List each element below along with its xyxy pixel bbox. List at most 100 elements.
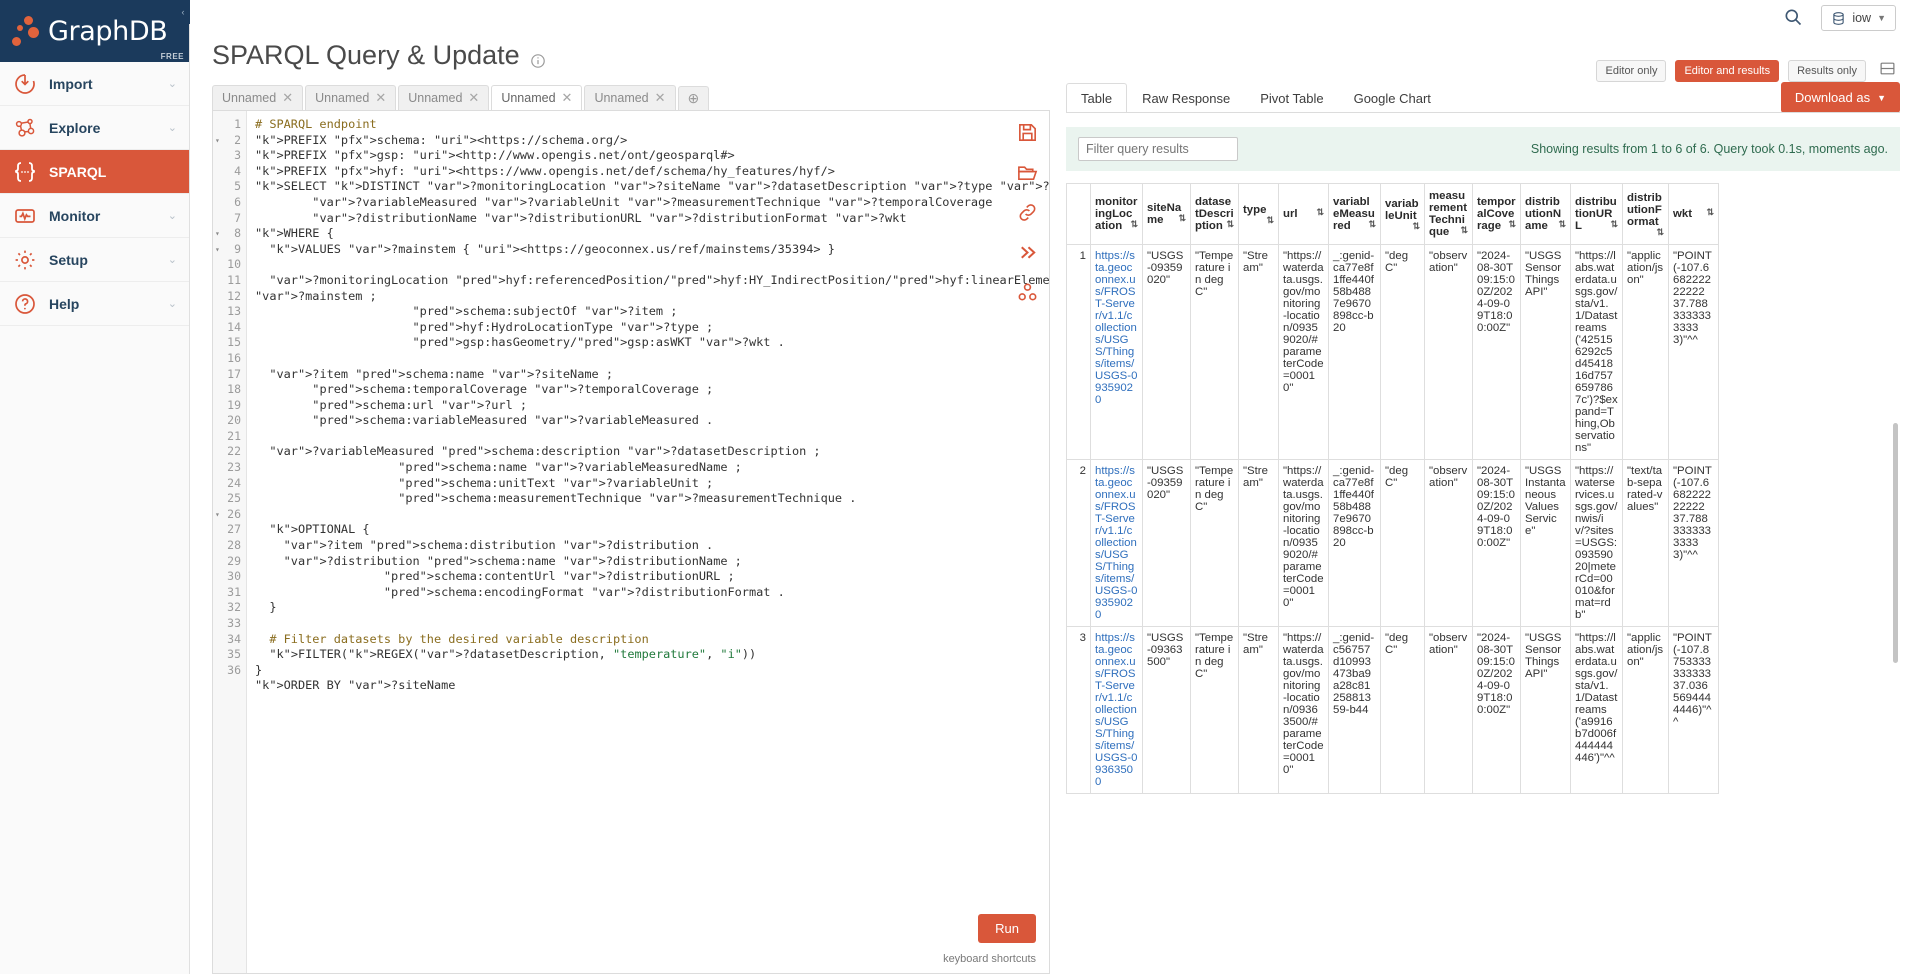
line-number: 11 — [227, 272, 241, 287]
line-number: 28 — [227, 538, 241, 553]
sidebar-label: Monitor — [49, 207, 101, 224]
database-icon — [1833, 11, 1845, 25]
line-number: 12 — [227, 288, 241, 303]
repository-selector[interactable]: iow ▼ — [1821, 5, 1896, 31]
tab-google-chart[interactable]: Google Chart — [1339, 83, 1446, 113]
close-icon[interactable]: ✕ — [562, 90, 573, 106]
view-mode-editor-and-results[interactable]: Editor and results — [1675, 60, 1780, 82]
column-header-siteName[interactable]: siteName ⇅ — [1142, 183, 1191, 245]
column-header-distributionName[interactable]: distributionName ⇅ — [1520, 183, 1571, 245]
line-number: 34 — [227, 631, 241, 646]
link-icon[interactable] — [1016, 201, 1039, 227]
monitoring-location-link[interactable]: https://sta.geoconnex.us/FROST-Server/v1… — [1095, 465, 1137, 621]
sort-updown-icon[interactable]: ⇅ — [1316, 208, 1324, 217]
column-header-wkt[interactable]: wkt ⇅ — [1668, 183, 1719, 245]
explore-icon — [12, 115, 38, 141]
cell-temporalCoverage: "2024-08-30T09:15:00Z/2024-09-09T18:00:0… — [1472, 626, 1521, 794]
split-layout-icon[interactable] — [1879, 60, 1896, 82]
sidebar-item-explore[interactable]: Explore ⌄ — [0, 106, 189, 150]
sidebar-item-sparql[interactable]: SPARQL — [0, 150, 189, 194]
column-header-type[interactable]: type ⇅ — [1238, 183, 1279, 245]
sort-updown-icon[interactable]: ⇅ — [1130, 220, 1138, 229]
download-as-button[interactable]: Download as ▼ — [1780, 82, 1900, 113]
column-header-datasetDescription[interactable]: datasetDescription ⇅ — [1190, 183, 1239, 245]
download-as-label: Download as — [1794, 90, 1871, 105]
monitoring-location-link[interactable]: https://sta.geoconnex.us/FROST-Server/v1… — [1095, 632, 1137, 788]
sort-updown-icon[interactable]: ⇅ — [1412, 221, 1420, 231]
chevron-down-icon: ⌄ — [167, 210, 177, 222]
view-mode-editor-only[interactable]: Editor only — [1596, 60, 1667, 82]
cell-distributionName: "USGS SensorThings API" — [1520, 626, 1571, 794]
query-tab-2[interactable]: Unnamed ✕ — [305, 85, 397, 110]
sort-updown-icon[interactable]: ⇅ — [1706, 208, 1714, 217]
sort-updown-icon[interactable]: ⇅ — [1508, 220, 1516, 229]
query-editor[interactable]: 1 ▾ 2 3 4 5 6 7 ▾ 8 ▾ 9 10 11 12 13 14 15 16 17 18 19 20 21 22 23… — [212, 110, 1050, 974]
query-code[interactable]: # SPARQL endpoint "k">PREFIX "pfx">schem… — [247, 111, 1049, 973]
cell-monitoringLocation[interactable]: https://sta.geoconnex.us/FROST-Server/v1… — [1090, 626, 1143, 794]
chevron-down-icon: ▼ — [1877, 13, 1886, 23]
row-index: 3 — [1066, 626, 1091, 794]
cell-datasetDescription: "Temperature in degC" — [1190, 244, 1239, 460]
sidebar-item-import[interactable]: Import ⌄ — [0, 62, 189, 106]
cell-variableUnit: "degC" — [1380, 244, 1425, 460]
sort-updown-icon[interactable]: ⇅ — [1656, 227, 1664, 237]
sidebar-item-help[interactable]: Help ⌄ — [0, 282, 189, 326]
cell-wkt: "POINT (-107.668222222222 37.78833333333… — [1668, 459, 1719, 627]
open-folder-icon[interactable] — [1016, 161, 1039, 187]
tab-table[interactable]: Table — [1066, 82, 1128, 113]
column-header-distributionFormat[interactable]: distributionFormat ⇅ — [1622, 183, 1669, 245]
double-chevron-right-icon[interactable] — [1016, 241, 1039, 267]
graph-explore-icon[interactable] — [1016, 281, 1039, 307]
sidebar-item-setup[interactable]: Setup ⌄ — [0, 238, 189, 282]
info-icon[interactable] — [530, 53, 546, 72]
results-vertical-scrollbar[interactable] — [1893, 423, 1898, 663]
sidebar-item-monitor[interactable]: Monitor ⌄ — [0, 194, 189, 238]
filter-query-results-input[interactable] — [1078, 137, 1238, 161]
column-header-variableUnit[interactable]: variableUnit ⇅ — [1380, 183, 1425, 245]
query-tab-label: Unnamed — [594, 91, 649, 105]
sort-updown-icon[interactable]: ⇅ — [1266, 215, 1274, 225]
cell-monitoringLocation[interactable]: https://sta.geoconnex.us/FROST-Server/v1… — [1090, 244, 1143, 460]
sort-updown-icon[interactable]: ⇅ — [1226, 220, 1234, 229]
sort-updown-icon[interactable]: ⇅ — [1610, 220, 1618, 229]
cell-siteName: "USGS-09363500" — [1142, 626, 1191, 794]
column-header-url[interactable]: url ⇅ — [1278, 183, 1329, 245]
query-tab-3[interactable]: Unnamed ✕ — [398, 85, 490, 110]
close-icon[interactable]: ✕ — [375, 90, 386, 106]
sort-updown-icon[interactable]: ⇅ — [1178, 214, 1186, 223]
sidebar-collapse-icon[interactable]: ‹ — [176, 0, 190, 24]
save-icon[interactable] — [1016, 121, 1039, 147]
line-number: 29 — [227, 553, 241, 568]
run-query-button[interactable]: Run — [978, 914, 1036, 943]
column-header-temporalCoverage[interactable]: temporalCoverage ⇅ — [1472, 183, 1521, 245]
column-header-monitoringLocation[interactable]: monitoringLocation ⇅ — [1090, 183, 1143, 245]
close-icon[interactable]: ✕ — [655, 90, 666, 106]
view-mode-results-only[interactable]: Results only — [1788, 60, 1866, 82]
close-icon[interactable]: ✕ — [282, 90, 293, 106]
query-tab-1[interactable]: Unnamed ✕ — [212, 85, 304, 110]
sort-updown-icon[interactable]: ⇅ — [1460, 226, 1468, 235]
column-header-distributionURL[interactable]: distributionURL ⇅ — [1570, 183, 1623, 245]
tab-pivot-table[interactable]: Pivot Table — [1245, 83, 1338, 113]
line-number: 22 — [227, 444, 241, 459]
line-number: 24 — [227, 475, 241, 490]
cell-distributionFormat: "application/json" — [1622, 626, 1669, 794]
sidebar-label: Import — [49, 75, 93, 92]
results-tab-bar: Table Raw Response Pivot Table Google Ch… — [1066, 82, 1900, 113]
monitoring-location-link[interactable]: https://sta.geoconnex.us/FROST-Server/v1… — [1095, 250, 1137, 406]
column-header-measurementTechnique[interactable]: measurementTechnique ⇅ — [1424, 183, 1473, 245]
add-query-tab-icon[interactable]: ⊕ — [677, 86, 710, 110]
column-header-variableMeasured[interactable]: variableMeasured ⇅ — [1328, 183, 1381, 245]
query-tab-5[interactable]: Unnamed ✕ — [584, 85, 676, 110]
tab-raw-response[interactable]: Raw Response — [1127, 83, 1245, 113]
cell-monitoringLocation[interactable]: https://sta.geoconnex.us/FROST-Server/v1… — [1090, 459, 1143, 627]
search-icon[interactable] — [1783, 7, 1803, 30]
close-icon[interactable]: ✕ — [468, 90, 479, 106]
line-number: ▾ 26 — [215, 506, 241, 521]
app-root: GraphDB FREE ‹ Import ⌄ Explore ⌄ SPARQL… — [0, 0, 1918, 974]
query-tab-4[interactable]: Unnamed ✕ — [491, 85, 583, 110]
sort-updown-icon[interactable]: ⇅ — [1368, 220, 1376, 229]
sort-updown-icon[interactable]: ⇅ — [1558, 220, 1566, 229]
keyboard-shortcuts-link[interactable]: keyboard shortcuts — [943, 953, 1036, 965]
line-number: 25 — [227, 491, 241, 506]
